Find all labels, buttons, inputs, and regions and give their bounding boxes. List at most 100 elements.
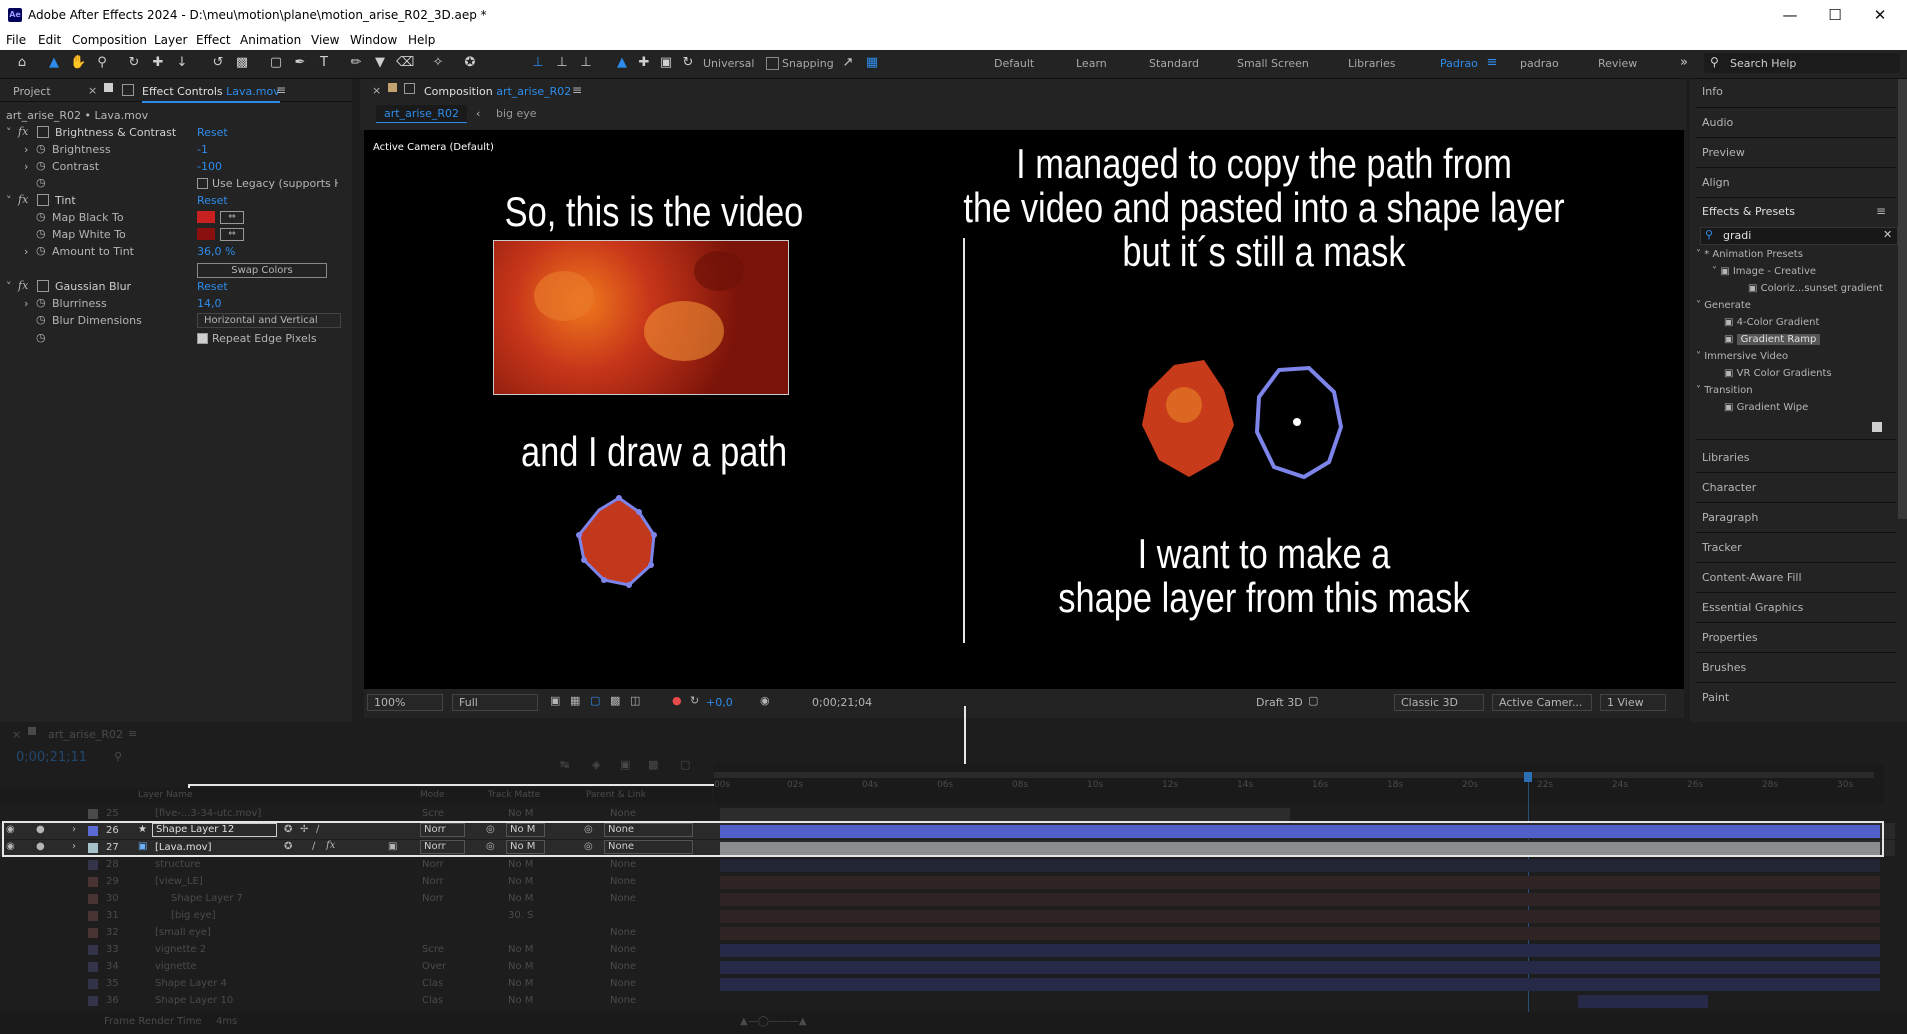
layer-mode[interactable]: Norr <box>422 893 444 904</box>
expand-chevron-icon[interactable]: ˅ <box>6 126 12 139</box>
current-time-display[interactable]: 0;00;21;04 <box>812 696 872 709</box>
panel-audio[interactable]: Audio <box>1702 116 1733 129</box>
panel-preview[interactable]: Preview <box>1702 146 1745 159</box>
panel-content-aware-fill[interactable]: Content-Aware Fill <box>1702 571 1802 584</box>
zoom-slider[interactable]: ▲—◯———▲ <box>740 1016 807 1027</box>
color-swatch[interactable] <box>197 228 215 240</box>
shape-layer-mask-outline[interactable] <box>1249 362 1344 482</box>
exposure-value[interactable]: +0,0 <box>706 696 733 709</box>
layer-track-matte[interactable]: No M <box>508 859 533 870</box>
layer-track-matte[interactable]: No M <box>508 808 533 819</box>
menu-layer[interactable]: Layer <box>154 33 187 47</box>
stopwatch-icon[interactable]: ◷ <box>36 331 46 344</box>
layer-label-color[interactable] <box>88 877 98 887</box>
menu-composition[interactable]: Composition <box>72 33 147 47</box>
local-axis-icon[interactable]: ⊥ <box>530 55 546 71</box>
menu-effect[interactable]: Effect <box>196 33 231 47</box>
layer-label-color[interactable] <box>88 928 98 938</box>
layer-track-matte[interactable]: No M <box>508 978 533 989</box>
composition-viewer[interactable]: Active Camera (Default) So, this is the … <box>364 130 1684 689</box>
layer-mode[interactable]: Norr <box>422 876 444 887</box>
time-ruler[interactable]: 00s 02s 04s 06s 08s 10s 12s 14s 16s 18s … <box>714 764 1884 804</box>
workspace-default[interactable]: Default <box>994 57 1034 70</box>
region-of-interest-icon[interactable]: ▣ <box>550 694 560 707</box>
menu-window[interactable]: Window <box>350 33 397 47</box>
layer-row[interactable]: 29 [view_LE] Norr No M None <box>0 874 1895 890</box>
effect-brightness-contrast[interactable]: ˅ fx Brightness & Contrast Reset <box>0 125 340 142</box>
layer-track-matte[interactable]: 30. S <box>508 910 533 921</box>
frame-blending-icon[interactable]: ▩ <box>648 758 658 771</box>
layer-mode[interactable]: Clas <box>422 978 443 989</box>
layer-mode[interactable]: Scre <box>422 944 444 955</box>
rotate-tool-icon[interactable]: ↺ <box>210 55 226 71</box>
effect-gaussian-blur[interactable]: ˅ fx Gaussian Blur Reset <box>0 279 340 296</box>
universal-select-icon[interactable]: ▲ <box>614 55 630 71</box>
scale-icon[interactable]: ▣ <box>658 55 674 71</box>
layer-track-matte[interactable]: No M <box>508 893 533 904</box>
renderer-dropdown[interactable]: Classic 3D <box>1394 694 1484 711</box>
prop-value[interactable]: 14,0 <box>197 297 222 310</box>
stopwatch-icon[interactable]: ◷ <box>36 227 46 240</box>
panel-menu-icon[interactable]: ≡ <box>128 727 137 740</box>
fx-icon[interactable]: fx <box>18 125 28 138</box>
layer-row[interactable]: 25 [five-...3-34-utc.mov] Scre No M None <box>0 806 1895 822</box>
repeat-edge-checkbox[interactable] <box>197 333 208 344</box>
column-parent-link[interactable]: Parent & Link <box>586 790 646 800</box>
roto-brush-tool-icon[interactable]: ✧ <box>430 55 446 71</box>
work-area-bar[interactable] <box>714 772 1874 778</box>
layer-duration-bar[interactable] <box>720 978 1880 991</box>
menu-help[interactable]: Help <box>408 33 435 47</box>
draft-3d-icon[interactable]: ◈ <box>592 758 600 771</box>
pan-tool-icon[interactable]: ✚ <box>150 55 166 71</box>
layer-row[interactable]: 34 vignette Over No M None <box>0 959 1895 975</box>
stopwatch-icon[interactable]: ◷ <box>36 176 46 189</box>
expand-chevron-icon[interactable]: › <box>24 160 28 173</box>
tab-effect-controls[interactable]: Effect Controls Lava.mov <box>142 85 280 103</box>
lock-icon[interactable] <box>122 84 134 96</box>
layer-mode[interactable]: Clas <box>422 995 443 1006</box>
layer-name[interactable]: [big eye] <box>171 910 216 921</box>
expand-chevron-icon[interactable]: ˅ <box>6 194 12 207</box>
lock-icon[interactable] <box>404 83 415 94</box>
close-tab-icon[interactable]: × <box>88 84 97 97</box>
stopwatch-icon[interactable]: ◷ <box>36 296 46 309</box>
layer-track-matte[interactable]: No M <box>508 876 533 887</box>
stopwatch-icon[interactable]: ◷ <box>36 244 46 257</box>
layer-name[interactable]: Shape Layer 10 <box>155 995 233 1006</box>
effect-reset-link[interactable]: Reset <box>197 280 228 293</box>
type-tool-icon[interactable]: T <box>316 55 332 71</box>
layer-name[interactable]: structure <box>155 859 200 870</box>
eyedropper-icon[interactable]: ⇔ <box>220 228 244 241</box>
layer-label-color[interactable] <box>88 996 98 1006</box>
world-axis-icon[interactable]: ⊥ <box>554 55 570 71</box>
column-layer-name[interactable]: Layer Name <box>138 790 193 800</box>
effect-reset-link[interactable]: Reset <box>197 194 228 207</box>
maximize-button[interactable]: ☐ <box>1815 4 1855 26</box>
rotate-gizmo-icon[interactable]: ↻ <box>680 55 696 71</box>
close-tab-icon[interactable]: × <box>372 84 381 97</box>
workspace-review[interactable]: Review <box>1598 57 1637 70</box>
layer-duration-bar[interactable] <box>720 893 1880 906</box>
workspace-standard[interactable]: Standard <box>1149 57 1199 70</box>
layer-name[interactable]: [small eye] <box>155 927 211 938</box>
stopwatch-icon[interactable]: ◷ <box>36 142 46 155</box>
expand-chevron-icon[interactable]: ˅ <box>6 280 12 293</box>
graph-editor-icon[interactable]: ▢ <box>680 758 690 771</box>
close-window-button[interactable]: ✕ <box>1860 4 1900 26</box>
layer-name[interactable]: [view_LE] <box>155 876 203 887</box>
eyedropper-icon[interactable]: ⇔ <box>220 211 244 224</box>
orbit-tool-icon[interactable]: ↻ <box>126 55 142 71</box>
hand-tool-icon[interactable]: ✋ <box>70 55 86 71</box>
comp-breadcrumb-next[interactable]: big eye <box>496 107 537 120</box>
effects-search-field[interactable]: ⚲ gradi ✕ <box>1700 227 1898 245</box>
layer-label-color[interactable] <box>88 979 98 989</box>
layer-duration-bar[interactable] <box>720 961 1880 974</box>
panel-menu-icon[interactable]: ≡ <box>572 83 582 97</box>
layer-label-color[interactable] <box>88 860 98 870</box>
layer-label-color[interactable] <box>88 911 98 921</box>
stopwatch-icon[interactable]: ◷ <box>36 159 46 172</box>
draft-3d-toggle[interactable]: Draft 3D <box>1256 696 1303 709</box>
layer-label-color[interactable] <box>88 962 98 972</box>
layer-parent[interactable]: None <box>610 808 636 819</box>
brush-tool-icon[interactable]: ✏ <box>348 55 364 71</box>
